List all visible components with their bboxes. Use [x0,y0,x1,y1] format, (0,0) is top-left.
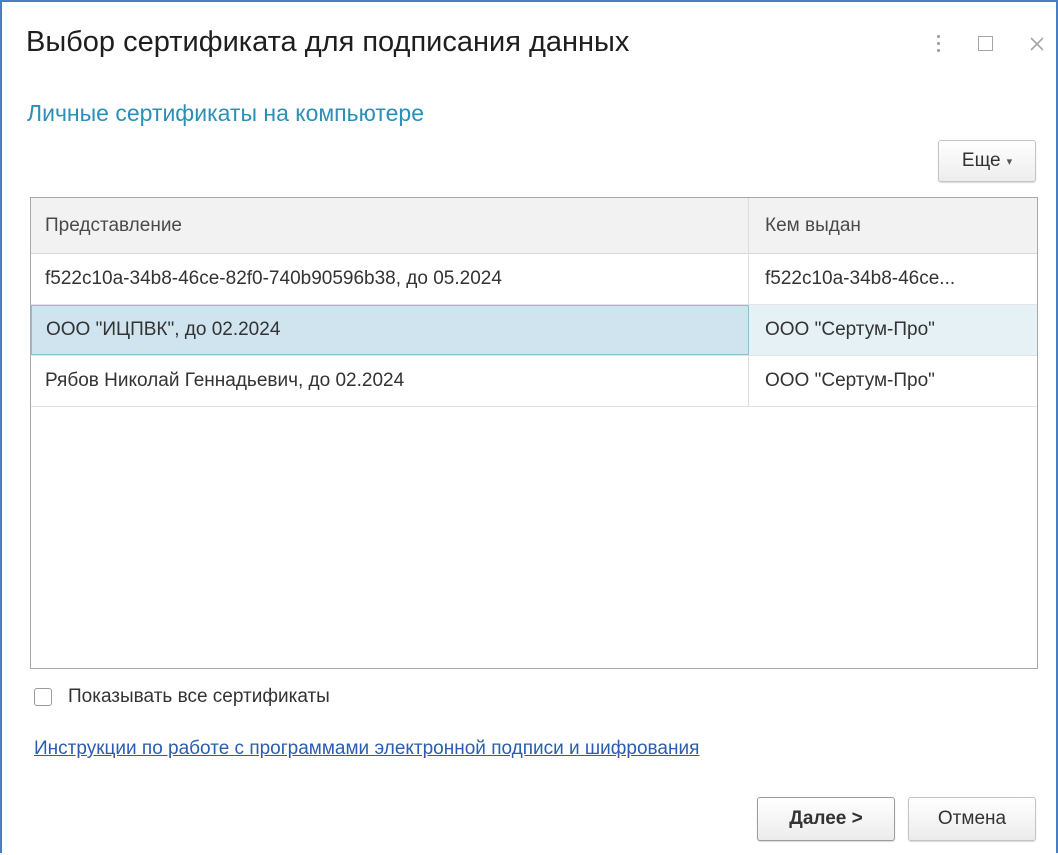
certificate-selection-dialog: Выбор сертификата для подписания данных … [0,0,1058,853]
cell-issuer: ООО "Сертум-Про" [765,319,935,340]
certificates-table[interactable]: Представление Кем выдан f522c10a-34b8-46… [30,197,1038,669]
cell-representation: Рябов Николай Геннадьевич, до 02.2024 [31,356,749,406]
close-icon[interactable] [1026,33,1048,55]
chevron-down-icon: ▾ [1006,155,1013,168]
next-button[interactable]: Далее > [757,797,895,841]
close-glyph [1030,37,1044,51]
instructions-link[interactable]: Инструкции по работе с программами элект… [34,738,699,760]
cell-issuer: f522c10a-34b8-46ce... [765,268,956,289]
more-vertical-icon[interactable] [931,32,947,56]
table-row[interactable]: f522c10a-34b8-46ce-82f0-740b90596b38, до… [31,254,1037,305]
more-actions-button[interactable]: Еще ▾ [938,140,1036,182]
column-header-representation[interactable]: Представление [31,198,749,253]
dialog-title: Выбор сертификата для подписания данных [26,26,630,58]
show-all-certificates-option[interactable]: Показывать все сертификаты [34,686,330,708]
table-header: Представление Кем выдан [31,198,1037,254]
cell-issuer: ООО "Сертум-Про" [765,370,935,391]
section-subtitle: Личные сертификаты на компьютере [27,100,425,126]
maximize-icon[interactable] [978,36,993,51]
show-all-checkbox[interactable] [34,688,52,706]
show-all-label[interactable]: Показывать все сертификаты [68,686,330,708]
table-row[interactable]: Рябов Николай Геннадьевич, до 02.2024 ОО… [31,356,1037,407]
cancel-button[interactable]: Отмена [908,797,1036,841]
cell-representation: ООО "ИЦПВК", до 02.2024 [31,305,749,355]
more-button-label: Еще [961,150,1001,171]
table-row-selected[interactable]: ООО "ИЦПВК", до 02.2024 ООО "Сертум-Про" [31,305,1037,356]
column-header-issuer[interactable]: Кем выдан [749,198,1037,253]
cell-representation: f522c10a-34b8-46ce-82f0-740b90596b38, до… [31,254,749,304]
